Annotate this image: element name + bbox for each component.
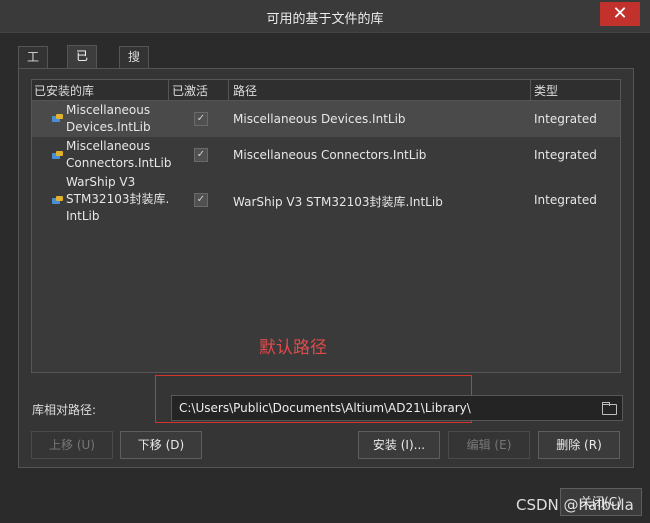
relative-path-label: 库相对路径: — [32, 403, 97, 417]
integrated-library-icon — [52, 114, 64, 124]
library-name: WarShip V3 STM32103封装库. IntLib — [66, 175, 170, 223]
active-checkbox[interactable]: ✓ — [194, 148, 208, 162]
library-name: Miscellaneous Devices.IntLib — [66, 103, 151, 134]
library-type: Integrated — [534, 148, 597, 162]
move-down-button[interactable]: 下移 (D) — [120, 431, 202, 459]
title-bar: 可用的基于文件的库 ✕ — [0, 0, 650, 33]
library-path: Miscellaneous Connectors.IntLib — [233, 148, 427, 162]
default-path-annotation: 默认路径 — [259, 338, 327, 358]
integrated-library-icon — [52, 151, 64, 161]
edit-button[interactable]: 编辑 (E) — [448, 431, 530, 459]
table-row[interactable]: WarShip V3 STM32103封装库. IntLib ✓ WarShip… — [32, 173, 620, 227]
library-type: Integrated — [534, 193, 597, 207]
folder-open-icon[interactable] — [602, 402, 617, 415]
tab-installed[interactable]: 已安装 — [67, 45, 98, 103]
relative-path-value[interactable]: C:\Users\Public\Documents\Altium\AD21\Li… — [179, 401, 471, 415]
csdn-watermark: CSDN @haibula — [516, 496, 634, 514]
table-row[interactable]: Miscellaneous Devices.IntLib ✓ Miscellan… — [32, 101, 620, 137]
table-header: 已安装的库 已激活 路径 类型 — [32, 80, 620, 101]
tab-project[interactable]: 工程 — [18, 46, 49, 84]
library-path: Miscellaneous Devices.IntLib — [233, 112, 406, 126]
install-button[interactable]: 安装 (I)... — [358, 431, 440, 459]
column-header-type[interactable]: 类型 — [534, 82, 558, 99]
library-path: WarShip V3 STM32103封装库.IntLib — [233, 195, 443, 209]
move-up-button[interactable]: 上移 (U) — [31, 431, 113, 459]
library-type: Integrated — [534, 112, 597, 126]
close-icon[interactable]: ✕ — [600, 2, 640, 26]
active-checkbox[interactable]: ✓ — [194, 112, 208, 126]
library-name: Miscellaneous Connectors.IntLib — [66, 139, 172, 170]
column-header-library[interactable]: 已安装的库 — [34, 82, 94, 99]
table-row[interactable]: Miscellaneous Connectors.IntLib ✓ Miscel… — [32, 137, 620, 173]
relative-path-field[interactable]: C:\Users\Public\Documents\Altium\AD21\Li… — [171, 395, 623, 421]
remove-button[interactable]: 删除 (R) — [538, 431, 620, 459]
column-header-path[interactable]: 路径 — [233, 82, 257, 99]
installed-panel: 已安装的库 已激活 路径 类型 Miscellaneous Devices.In… — [18, 68, 634, 468]
integrated-library-icon — [52, 196, 64, 206]
active-checkbox[interactable]: ✓ — [194, 193, 208, 207]
window-title: 可用的基于文件的库 — [266, 12, 384, 27]
tab-search-path[interactable]: 搜索路径 — [119, 46, 150, 124]
column-header-active[interactable]: 已激活 — [172, 82, 208, 99]
installed-libraries-table: 已安装的库 已激活 路径 类型 Miscellaneous Devices.In… — [31, 79, 621, 373]
